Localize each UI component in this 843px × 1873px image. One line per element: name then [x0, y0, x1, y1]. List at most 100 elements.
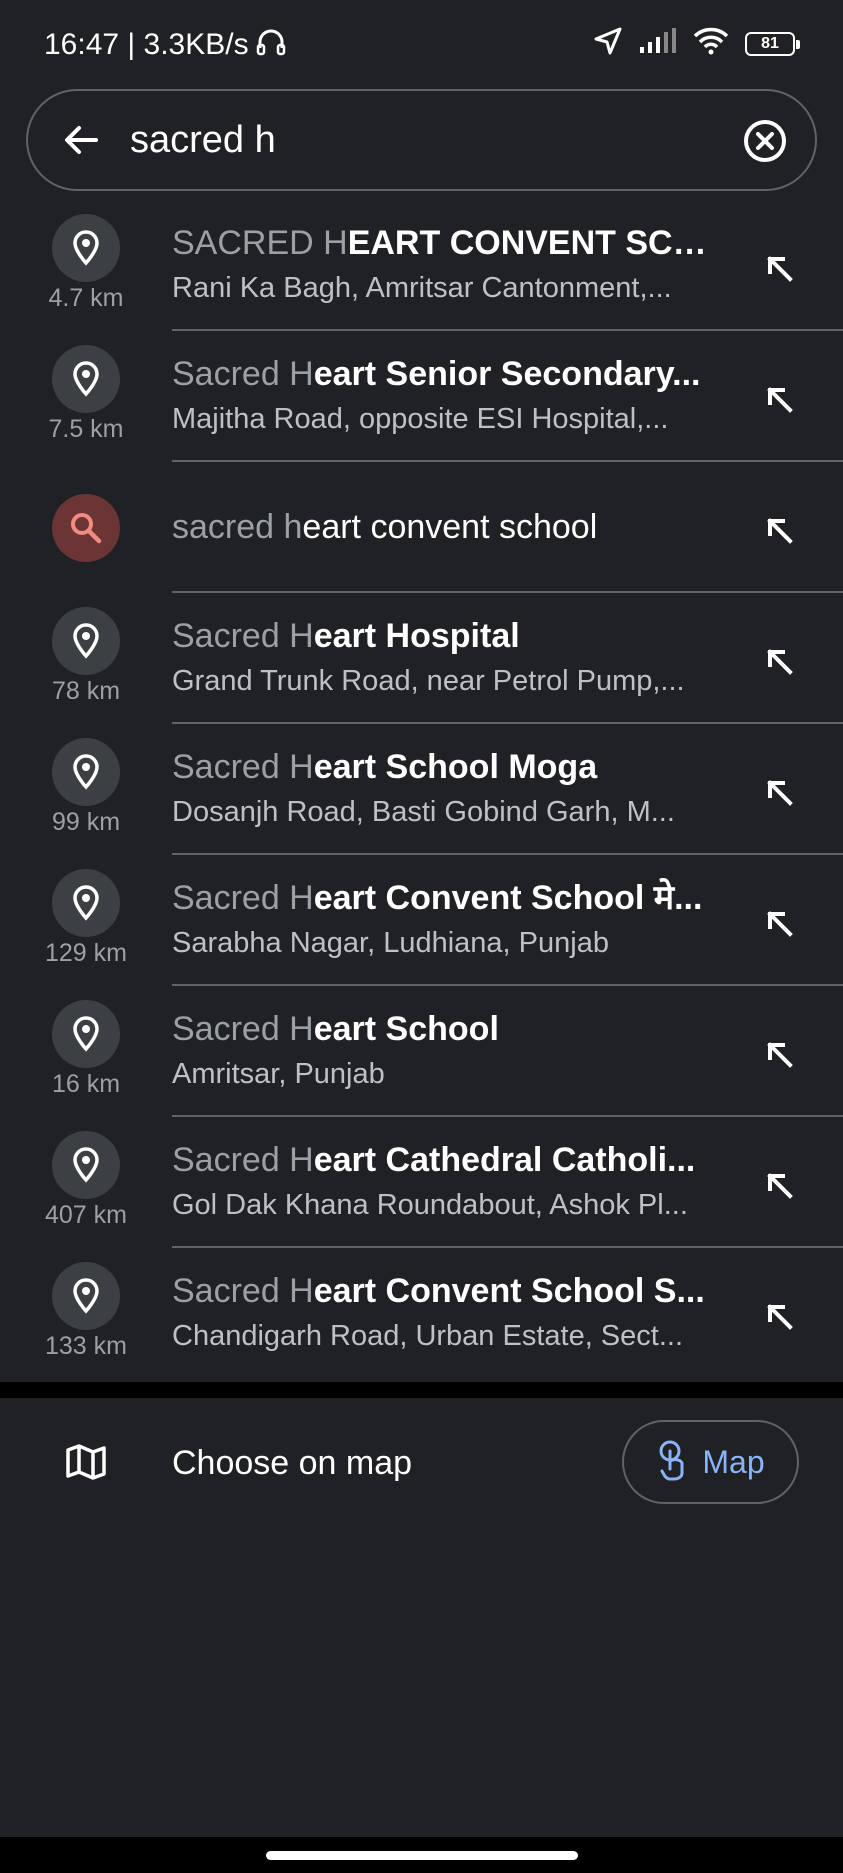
result-title-match: SACRED H — [172, 224, 348, 262]
headphones-icon — [255, 26, 287, 64]
location-pin-icon — [52, 214, 120, 282]
wifi-icon — [693, 27, 729, 60]
distance-label: 133 km — [45, 1332, 127, 1360]
list-item[interactable]: 99 km Sacred Heart School Moga Dosanjh R… — [0, 724, 843, 855]
result-subtitle: Sarabha Nagar, Ludhiana, Punjab — [172, 927, 609, 959]
arrow-up-left-icon[interactable] — [759, 510, 799, 550]
result-subtitle: Rani Ka Bagh, Amritsar Cantonment,... — [172, 272, 672, 304]
map-button-label: Map — [702, 1443, 765, 1480]
distance-label: 99 km — [51, 808, 121, 836]
result-title: Sacred Heart Hospital — [172, 613, 717, 659]
list-item[interactable]: 133 km Sacred Heart Convent School S... … — [0, 1248, 843, 1379]
result-subtitle: Gol Dak Khana Roundabout, Ashok Pl... — [172, 1189, 688, 1221]
result-title-match: Sacred H — [172, 879, 314, 917]
arrow-up-left-icon[interactable] — [759, 772, 799, 812]
location-pin-icon — [52, 607, 120, 675]
result-text: Sacred Heart Hospital Grand Trunk Road, … — [172, 613, 717, 701]
result-title-match: Sacred H — [172, 1272, 314, 1310]
result-title-match: Sacred H — [172, 355, 314, 393]
choose-on-map-label: Choose on map — [172, 1444, 413, 1482]
map-button[interactable]: Map — [622, 1420, 799, 1504]
list-item[interactable]: 4.7 km SACRED HEART CONVENT SCH... Rani … — [0, 200, 843, 331]
result-title-rest: eart School Moga — [313, 748, 598, 786]
map-icon — [64, 1442, 108, 1482]
list-item[interactable]: sacred heart convent school — [0, 462, 843, 593]
result-title-rest: eart Convent School S... — [313, 1272, 705, 1310]
result-text: Sacred Heart Convent School मे... Sarabh… — [172, 875, 717, 963]
location-pin-icon — [52, 869, 120, 937]
search-icon — [52, 494, 120, 562]
arrow-up-left-icon[interactable] — [759, 1034, 799, 1074]
status-right: 81 — [593, 26, 800, 61]
result-text: Sacred Heart Cathedral Catholi... Gol Da… — [172, 1137, 717, 1225]
result-title: Sacred Heart School — [172, 1006, 717, 1052]
list-item[interactable]: 78 km Sacred Heart Hospital Grand Trunk … — [0, 593, 843, 724]
arrow-up-left-icon[interactable] — [759, 1165, 799, 1205]
list-item[interactable]: 7.5 km Sacred Heart Senior Secondary... … — [0, 331, 843, 462]
result-text: SACRED HEART CONVENT SCH... Rani Ka Bagh… — [172, 220, 717, 308]
result-title: SACRED HEART CONVENT SCH... — [172, 220, 717, 266]
result-subtitle: Amritsar, Punjab — [172, 1058, 385, 1090]
result-subtitle: Dosanjh Road, Basti Gobind Garh, M... — [172, 796, 675, 828]
location-pin-icon — [52, 1000, 120, 1068]
suggestions-list: 4.7 km SACRED HEART CONVENT SCH... Rani … — [0, 200, 843, 1379]
result-title-rest: eart Convent School मे... — [313, 879, 703, 917]
back-arrow-icon[interactable] — [56, 115, 106, 165]
battery-indicator: 81 — [745, 31, 800, 56]
location-pin-icon — [52, 738, 120, 806]
result-title-rest: eart Senior Secondary... — [313, 355, 701, 393]
result-title: Sacred Heart School Moga — [172, 744, 717, 790]
search-bar[interactable]: sacred h — [26, 89, 817, 191]
result-title-rest: eart convent school — [302, 508, 598, 546]
result-title-match: Sacred H — [172, 748, 314, 786]
status-left: 16:47 | 3.3KB/s — [44, 26, 287, 64]
result-text: Sacred Heart Convent School S... Chandig… — [172, 1268, 717, 1356]
result-title: Sacred Heart Senior Secondary... — [172, 351, 717, 397]
result-title-rest: EART CONVENT SCH... — [347, 224, 717, 262]
search-input[interactable]: sacred h — [130, 115, 276, 165]
home-indicator[interactable] — [266, 1851, 578, 1860]
list-item[interactable]: 129 km Sacred Heart Convent School मे...… — [0, 855, 843, 986]
result-text: sacred heart convent school — [172, 504, 717, 550]
result-text: Sacred Heart Senior Secondary... Majitha… — [172, 351, 717, 439]
navigation-arrow-icon — [593, 26, 623, 61]
result-text: Sacred Heart School Amritsar, Punjab — [172, 1006, 717, 1094]
arrow-up-left-icon[interactable] — [759, 903, 799, 943]
choose-on-map-row[interactable]: Choose on map Map — [0, 1398, 843, 1528]
result-title-match: sacred h — [172, 508, 303, 546]
result-subtitle: Grand Trunk Road, near Petrol Pump,... — [172, 665, 685, 697]
clear-search-icon[interactable] — [739, 115, 791, 167]
touch-pin-icon — [656, 1439, 690, 1486]
location-pin-icon — [52, 1262, 120, 1330]
result-title-rest: eart School — [313, 1010, 499, 1048]
distance-label: 7.5 km — [48, 415, 124, 443]
list-item[interactable]: 407 km Sacred Heart Cathedral Catholi...… — [0, 1117, 843, 1248]
distance-label: 129 km — [45, 939, 127, 967]
arrow-up-left-icon[interactable] — [759, 379, 799, 419]
result-title-rest: eart Hospital — [313, 617, 520, 655]
result-subtitle: Chandigarh Road, Urban Estate, Sect... — [172, 1320, 684, 1352]
result-title: Sacred Heart Convent School मे... — [172, 875, 717, 921]
result-subtitle: Majitha Road, opposite ESI Hospital,... — [172, 403, 669, 435]
system-navigation-bar — [0, 1837, 843, 1873]
arrow-up-left-icon[interactable] — [759, 641, 799, 681]
distance-label: 407 km — [45, 1201, 127, 1229]
result-title-match: Sacred H — [172, 617, 314, 655]
list-item[interactable]: 16 km Sacred Heart School Amritsar, Punj… — [0, 986, 843, 1117]
section-separator — [0, 1382, 843, 1398]
status-time-speed: 16:47 | 3.3KB/s — [44, 28, 249, 61]
distance-label: 4.7 km — [48, 284, 124, 312]
location-pin-icon — [52, 1131, 120, 1199]
result-title: Sacred Heart Cathedral Catholi... — [172, 1137, 717, 1183]
result-title-match: Sacred H — [172, 1010, 314, 1048]
arrow-up-left-icon[interactable] — [759, 1296, 799, 1336]
distance-label: 78 km — [51, 677, 121, 705]
location-pin-icon — [52, 345, 120, 413]
arrow-up-left-icon[interactable] — [759, 248, 799, 288]
result-title-match: Sacred H — [172, 1141, 314, 1179]
result-text: Sacred Heart School Moga Dosanjh Road, B… — [172, 744, 717, 832]
signal-icon — [639, 27, 677, 60]
result-title-rest: eart Cathedral Catholi... — [313, 1141, 696, 1179]
result-title: Sacred Heart Convent School S... — [172, 1268, 717, 1314]
result-title: sacred heart convent school — [172, 504, 717, 550]
